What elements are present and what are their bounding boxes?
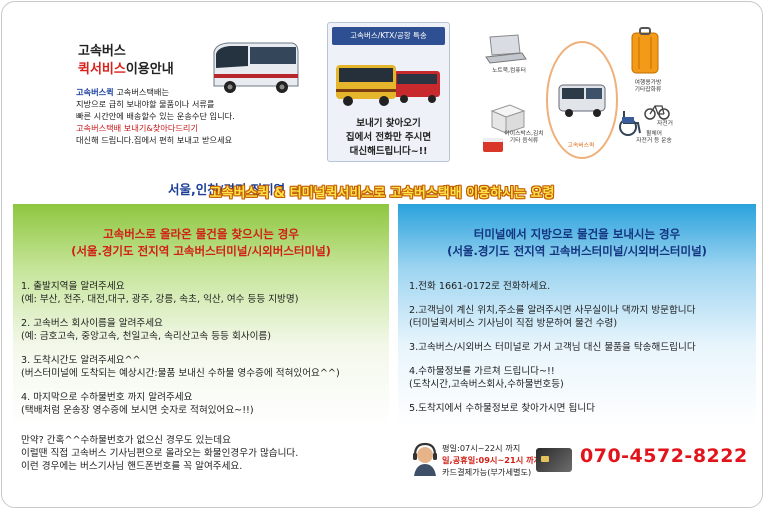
headset-icon — [413, 442, 437, 476]
pickup-step: 3. 도착시간도 알려주세요^^ (버스터미널에 도착되는 예상시간:물품 보내… — [21, 354, 383, 380]
wheelchair-label-2: 자전거 등 운송 — [636, 138, 672, 144]
center-label: 고속버스퀵 — [567, 143, 595, 149]
hours-weekday: 평일:07시~22시 까지 — [442, 443, 521, 453]
suitcase-icon — [631, 27, 659, 74]
business-hours: 평일:07시~22시 까지 일,공휴일:09시~21시 까지 카드결제가능(부가… — [442, 442, 541, 478]
phone-number[interactable]: 070-4572-8222 — [580, 445, 748, 467]
send-step-detail: (도착시간,고속버스회사,수하물번호등) — [409, 379, 564, 390]
intro-title-suffix: 이용안내 — [125, 62, 174, 77]
send-step: 2.고객님이 계신 위치,주소를 알려주시면 사무실이나 댁까지 방문합니다 (… — [409, 304, 750, 330]
pickup-note-line2: 이럴땐 직접 고속버스 기사님편으로 올라오는 화물인경우가 많습니다. — [21, 448, 299, 459]
suitcase-label: 여행용가방 기타잡화류 — [618, 80, 678, 94]
send-step: 5.도착지에서 수하물정보로 찾아가시면 됩니다 — [409, 402, 750, 415]
pickup-step-detail: (예: 부산, 전주, 대전,대구, 광주, 강릉, 속초, 익산, 여수 등등… — [21, 294, 299, 305]
send-step: 1.전화 1661-0172로 전화하세요. — [409, 280, 750, 293]
send-title: 터미널에서 지방으로 물건을 보내시는 경우 (서울.경기도 전지역 고속버스터… — [398, 226, 756, 260]
pickup-title: 고속버스로 올라온 물건을 찾으시는 경우 (서울.경기도 전지역 고속버스터미… — [13, 226, 389, 260]
express-line2: 집에서 전화만 주시면 — [345, 132, 432, 143]
intro-section: 고속버스 퀵서비스이용안내 고속버스퀵 고속버스택배는 지방으로 급히 보내야할… — [68, 30, 308, 197]
send-step-title: 3.고속버스/시외버스 터미널로 가서 고객님 대신 물품을 탁송해드립니다 — [409, 342, 696, 353]
send-step-detail: (터미널퀵서비스 기사님이 직접 방문하여 물건 수령) — [409, 318, 618, 329]
pickup-note: 만약? 간혹^^수하물번호가 없으신 경우도 있는데요 이럴땐 직접 고속버스 … — [21, 434, 298, 473]
pickup-step-title: 3. 도착시간도 알려주세요^^ — [21, 355, 141, 366]
cargo-diagram: 노트북,컴퓨터 아이스박스,김치 기타 음식류 고속버스퀵 여행용가방 기타잡화… — [472, 27, 742, 177]
send-step: 3.고속버스/시외버스 터미널로 가서 고객님 대신 물품을 탁송해드립니다 — [409, 341, 750, 354]
hours-holiday: 일,공휴일:09시~21시 까지 — [442, 455, 542, 465]
buses-image — [336, 65, 440, 106]
send-step: 4.수하물정보를 가르쳐 드립니다~!! (도착시간,고속버스회사,수하물번호등… — [409, 365, 750, 391]
pickup-panel: 고속버스로 올라온 물건을 찾으시는 경우 (서울.경기도 전지역 고속버스터미… — [13, 204, 389, 500]
express-line3: 대신해드립니다~!! — [349, 146, 428, 157]
send-steps: 1.전화 1661-0172로 전화하세요. 2.고객님이 계신 위치,주소를 … — [409, 280, 750, 426]
pickup-step: 4. 마지막으로 수하물번호 까지 알려주세요 (택배처럼 운송장 영수증에 보… — [21, 391, 383, 417]
suitcase-label-1: 여행용가방 — [634, 80, 662, 86]
pickup-step-title: 2. 고속버스 회사이름을 알려주세요 — [21, 318, 163, 329]
laptop-label: 노트북,컴퓨터 — [492, 68, 526, 74]
contact-info: 평일:07시~22시 까지 일,공휴일:09시~21시 까지 카드결제가능(부가… — [410, 434, 750, 484]
pickup-step-title: 1. 출발지역을 알려주세요 — [21, 281, 125, 292]
pickup-note-line3: 이런 경우에는 버스기사님 핸드폰번호를 꼭 알여주세요. — [21, 461, 243, 472]
pickup-step: 2. 고속버스 회사이름을 알려주세요 (예: 금호고속, 중앙고속, 천일고속… — [21, 317, 383, 343]
cooler-icon — [483, 138, 503, 152]
express-text: 보내기 찾아오기 집에서 전화만 주시면 대신해드립니다~!! — [332, 117, 445, 159]
bicycle-label: 자전거 — [657, 121, 673, 127]
bicycle-icon — [644, 105, 670, 120]
suitcase-label-2: 기타잡화류 — [634, 87, 662, 93]
pickup-step-detail: (버스터미널에 도착되는 예상시간:물품 보내신 수하물 영수증에 적혀있어요^… — [21, 368, 340, 379]
send-title-line1: 터미널에서 지방으로 물건을 보내시는 경우 — [473, 227, 681, 241]
intro-desc-line2: 지방으로 급히 보내야할 물품이나 서류를 — [76, 99, 215, 109]
laptop-icon — [485, 34, 527, 64]
pickup-step-detail: (택배처럼 운송장 영수증에 보시면 숫자로 적혀있어요~!!) — [21, 405, 254, 416]
express-line1: 보내기 찾아오기 — [356, 118, 421, 129]
intro-title: 고속버스 — [78, 44, 126, 59]
credit-card-icon — [536, 448, 572, 472]
express-header: 고속버스/KTX/공항 특송 — [332, 27, 445, 45]
intro-desc-brand: 고속버스퀵 — [76, 87, 114, 97]
intro-desc-line5: 대신해 드립니다.집에서 편히 보내고 받으세요 — [76, 135, 233, 145]
intro-desc-line3: 빠른 시간안에 배송할수 있는 운송수단 입니다. — [76, 111, 235, 121]
pickup-title-line2: (서울.경기도 전지역 고속버스터미널/시외버스터미널) — [71, 244, 331, 258]
pickup-step: 1. 출발지역을 알려주세요 (예: 부산, 전주, 대전,대구, 광주, 강릉… — [21, 280, 383, 306]
card-payment-note: 카드결제가능(부가세별도) — [442, 467, 532, 477]
wheelchair-label-1: 휠체어 — [646, 131, 662, 137]
send-step-title: 1.전화 1661-0172로 전화하세요. — [409, 281, 551, 292]
pickup-step-title: 4. 마지막으로 수하물번호 까지 알려주세요 — [21, 392, 193, 403]
intro-description: 고속버스퀵 고속버스택배는 지방으로 급히 보내야할 물품이나 서류를 빠른 시… — [76, 86, 306, 146]
send-step-title: 2.고객님이 계신 위치,주소를 알려주시면 사무실이나 댁까지 방문합니다 — [409, 305, 696, 316]
main-heading: 고속버스퀵 & 터미널퀵서비스로 고속버스택배 이용하시는 요령 — [209, 186, 555, 201]
intro-title-highlight: 퀵서비스 — [78, 62, 126, 77]
send-panel: 터미널에서 지방으로 물건을 보내시는 경우 (서울.경기도 전지역 고속버스터… — [398, 204, 756, 500]
pickup-step-detail: (예: 금호고속, 중앙고속, 천일고속, 속리산고속 등등 회사이름) — [21, 331, 271, 342]
wheelchair-label: 휠체어 자전거 등 운송 — [624, 131, 684, 145]
intro-desc-line4: 고속버스택배 보내기&찾아다드리기 — [76, 123, 198, 133]
page-frame: 고속버스 퀵서비스이용안내 고속버스퀵 고속버스택배는 지방으로 급히 보내야할… — [1, 1, 763, 508]
send-step-title: 4.수하물정보를 가르쳐 드립니다~!! — [409, 366, 555, 377]
pickup-title-line1: 고속버스로 올라온 물건을 찾으시는 경우 — [103, 227, 299, 241]
pickup-note-line1: 만약? 간혹^^수하물번호가 없으신 경우도 있는데요 — [21, 435, 231, 446]
pickup-steps: 1. 출발지역을 알려주세요 (예: 부산, 전주, 대전,대구, 광주, 강릉… — [21, 280, 383, 428]
intro-desc-line1: 고속버스택배는 — [113, 87, 170, 97]
express-delivery-box: 고속버스/KTX/공항 특송 보내기 찾아오기 집에서 전화만 주시면 대신해드… — [327, 22, 450, 162]
intro-subtitle: 퀵서비스이용안내 — [78, 58, 174, 77]
send-title-line2: (서울.경기도 전지역 고속버스터미널/시외버스터미널) — [447, 244, 707, 258]
send-step-title: 5.도착지에서 수하물정보로 찾아가시면 됩니다 — [409, 403, 596, 414]
